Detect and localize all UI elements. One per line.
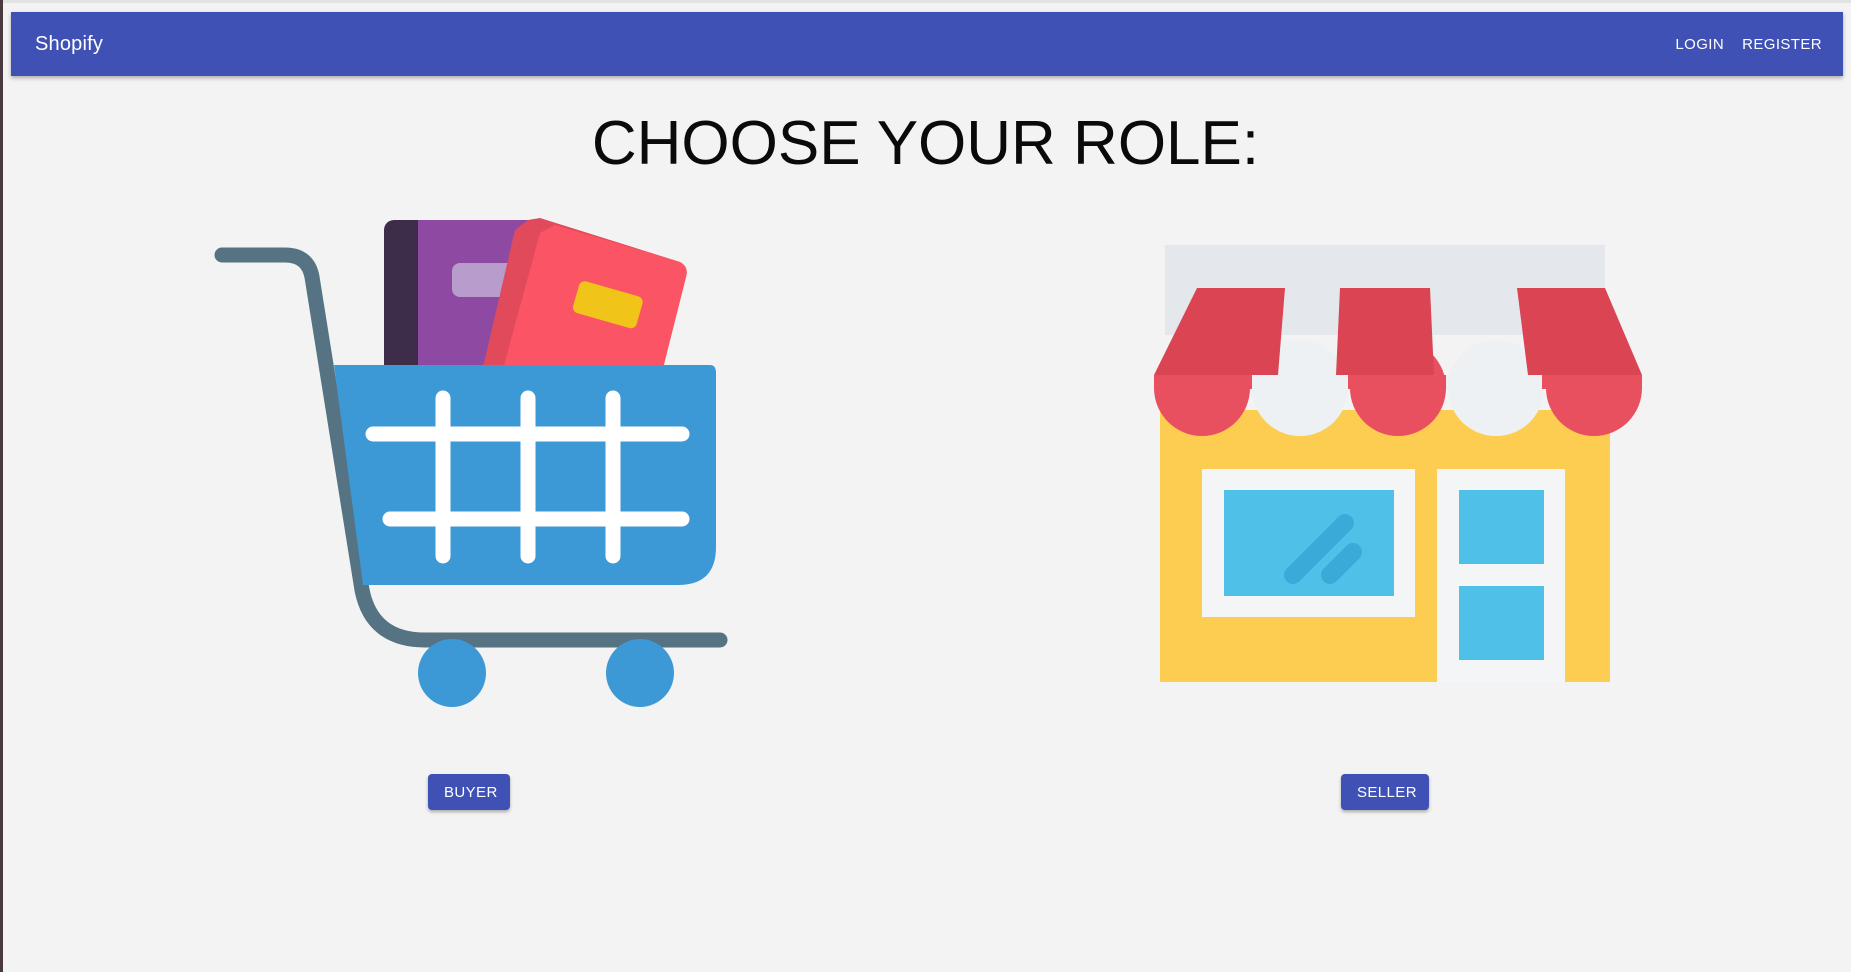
page-title: CHOOSE YOUR ROLE: [591,109,1260,178]
shopping-cart-icon [214,218,728,707]
cart-wheel-right [606,639,674,707]
awning-stripe [1336,288,1434,375]
brand-title[interactable]: Shopify [35,12,103,76]
login-button[interactable]: LOGIN [1666,30,1733,59]
cart-wheel-left [418,639,486,707]
shop-window [1224,490,1394,596]
buyer-button[interactable]: BUYER [428,774,510,810]
door-window-bottom [1459,586,1544,660]
door-window-top [1459,490,1544,564]
register-button[interactable]: REGISTER [1733,30,1831,59]
seller-button[interactable]: SELLER [1341,774,1429,810]
nav-links: LOGIN REGISTER [1666,12,1831,76]
awning-stripe [1517,288,1642,375]
storefront-icon [1154,245,1642,682]
window-top-edge [0,0,1851,3]
app-bar: Shopify LOGIN REGISTER [11,12,1843,76]
